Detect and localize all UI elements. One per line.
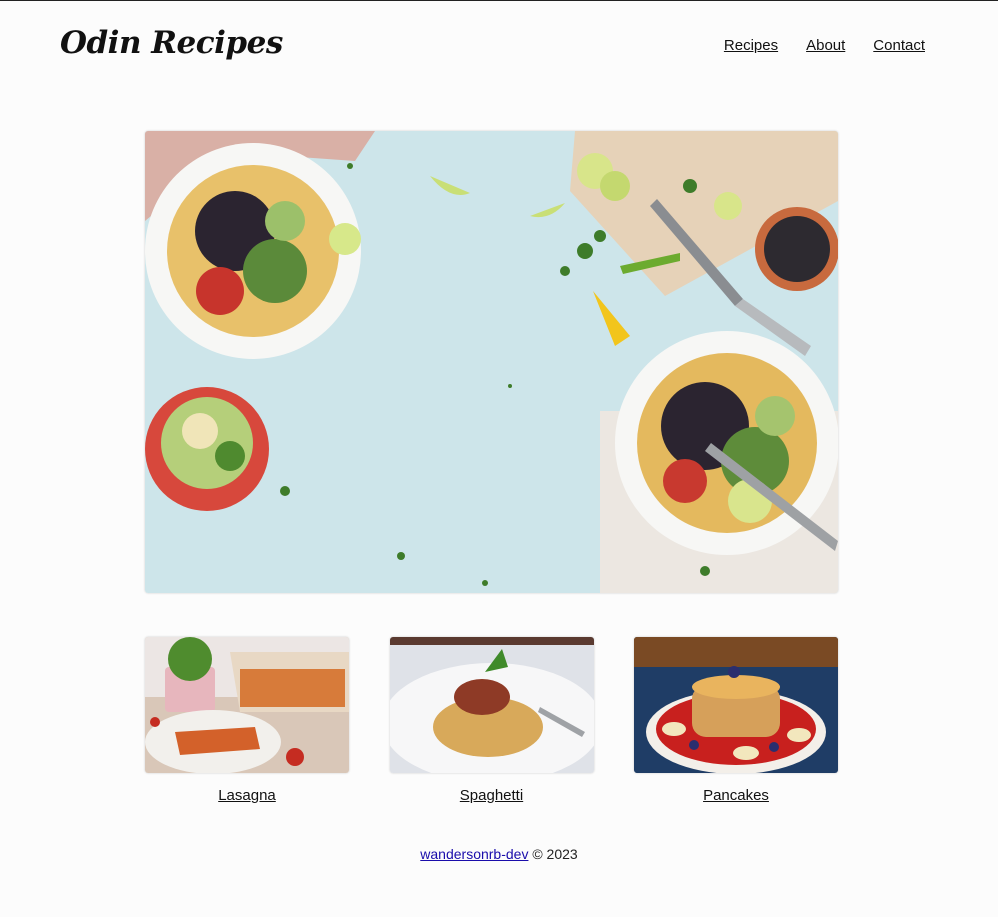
recipe-thumbnail[interactable] (145, 637, 349, 773)
recipe-link-pancakes[interactable]: Pancakes (703, 787, 769, 804)
nav-link-contact[interactable]: Contact (873, 37, 925, 54)
recipe-card-lasagna: Lasagna (145, 637, 349, 805)
lasagna-photo-icon (145, 637, 349, 773)
hero-image (145, 131, 838, 593)
copyright-text: © 2023 (532, 846, 578, 862)
spaghetti-photo-icon (389, 637, 594, 773)
food-table-photo-icon (145, 131, 838, 593)
recipe-card-pancakes: Pancakes (634, 637, 838, 805)
recipe-link-spaghetti[interactable]: Spaghetti (460, 787, 523, 804)
nav-link-about[interactable]: About (806, 37, 845, 54)
recipe-link-lasagna[interactable]: Lasagna (218, 787, 276, 804)
pancakes-photo-icon (634, 637, 838, 773)
recipe-card-spaghetti: Spaghetti (389, 637, 594, 805)
recipe-thumbnail[interactable] (389, 637, 594, 773)
site-logo[interactable]: Odin Recipes (60, 25, 283, 61)
main-nav: Recipes About Contact (724, 37, 925, 54)
page-footer: wandersonrb-dev © 2023 (0, 846, 998, 862)
author-link[interactable]: wandersonrb-dev (420, 846, 528, 862)
recipe-thumbnail[interactable] (634, 637, 838, 773)
nav-link-recipes[interactable]: Recipes (724, 37, 778, 54)
recipe-list: Lasagna Spaghetti Pancakes (145, 637, 838, 805)
